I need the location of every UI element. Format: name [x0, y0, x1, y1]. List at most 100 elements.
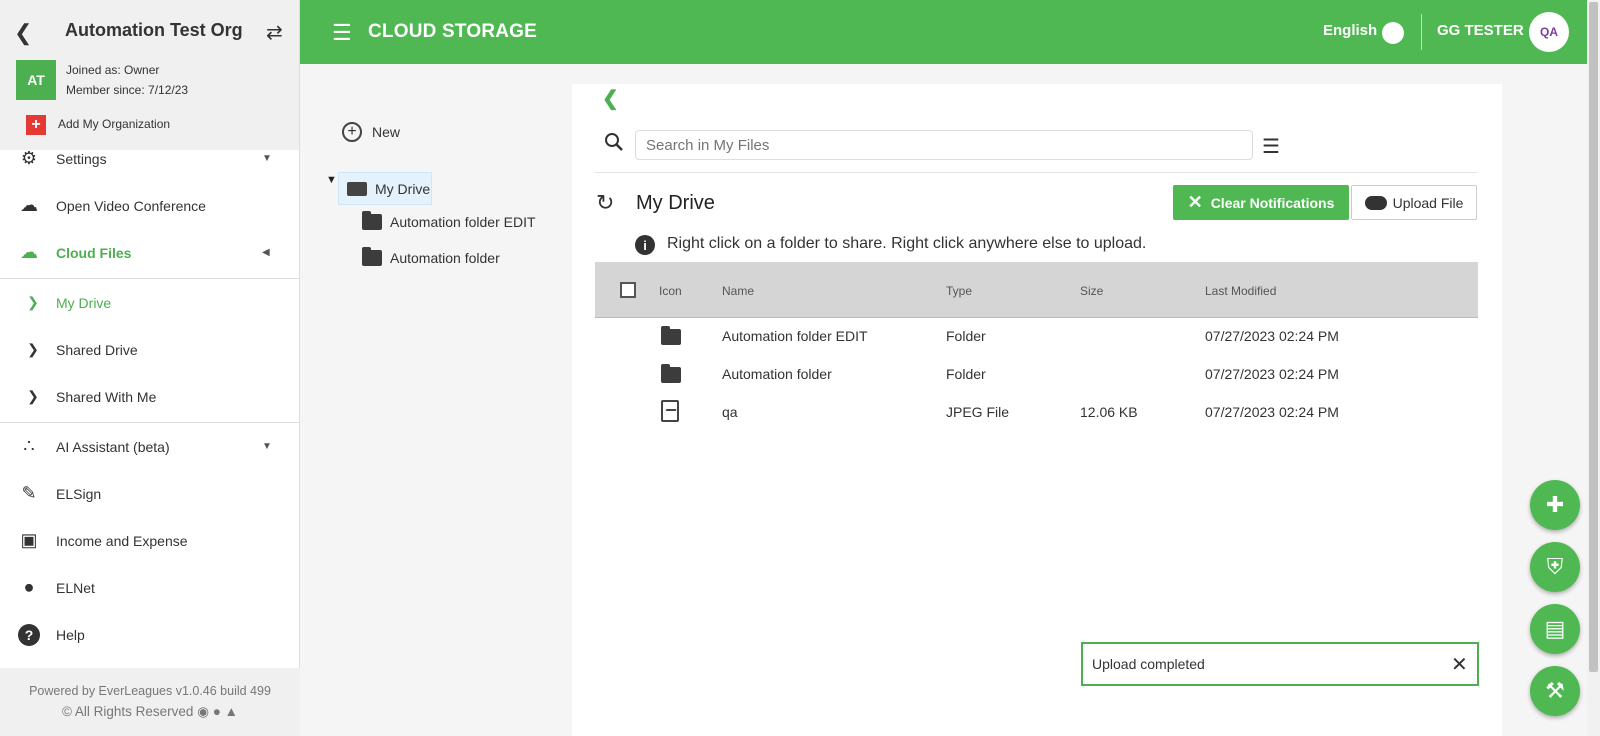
org-title: Automation Test Org	[65, 20, 243, 40]
column-header-size[interactable]: Size	[1080, 284, 1103, 298]
tree-node-label: Automation folder EDIT	[390, 214, 536, 230]
chrome-icon: ◉	[197, 704, 209, 719]
new-button[interactable]: + New	[342, 122, 400, 142]
upload-toast: Upload completed ✕	[1081, 642, 1479, 686]
drive-icon	[347, 181, 367, 196]
sidebar-item-elnet[interactable]: ⦁ ELNet	[0, 564, 300, 611]
topbar: ☰ CLOUD STORAGE English GG TESTER QA	[300, 0, 1587, 64]
sidebar-item-help[interactable]: ? Help	[0, 611, 300, 658]
android-icon: ▲	[224, 704, 239, 719]
tools-fab[interactable]: ⚒	[1530, 666, 1580, 716]
sidebar-item-label: My Drive	[56, 294, 112, 311]
info-text: Right click on a folder to share. Right …	[667, 235, 1147, 252]
page-title: My Drive	[636, 192, 715, 214]
contact-card-fab[interactable]: ▤	[1530, 604, 1580, 654]
apple-icon: ●	[212, 704, 221, 719]
divider	[1421, 14, 1422, 50]
select-all-checkbox[interactable]	[620, 282, 636, 298]
add-org-link[interactable]: Add My Organization	[58, 117, 170, 131]
sidebar: ❮ Automation Test Org ⇄ AT Joined as: Ow…	[0, 0, 300, 736]
file-type: Folder	[946, 328, 986, 344]
sidebar-item-label: AI Assistant (beta)	[56, 438, 170, 455]
sidebar-item-cloud-files[interactable]: ☁ Cloud Files ◀	[0, 229, 300, 276]
user-avatar[interactable]: QA	[1529, 12, 1569, 52]
sidebar-item-label: Shared With Me	[56, 388, 157, 405]
table-row[interactable]: Automation folder Folder 07/27/2023 02:2…	[595, 355, 1478, 393]
add-user-fab[interactable]: ✚	[1530, 480, 1580, 530]
table-row[interactable]: Automation folder EDIT Folder 07/27/2023…	[595, 317, 1478, 355]
folder-icon	[362, 247, 382, 266]
add-org-icon[interactable]: +	[26, 115, 46, 135]
cloud-upload-icon	[1364, 195, 1387, 210]
shield-icon: ⛨	[1546, 554, 1564, 579]
cloud-icon: ☁	[20, 242, 38, 262]
tree-node-my-drive[interactable]: My Drive	[338, 172, 432, 205]
switch-org-icon[interactable]: ⇄	[266, 20, 283, 45]
caret-down-icon: ▼	[262, 153, 272, 164]
sidebar-item-elsign[interactable]: ✎ ELSign	[0, 470, 300, 517]
help-icon: ?	[18, 623, 40, 646]
language-selector[interactable]: English	[1323, 22, 1377, 39]
upload-file-button[interactable]: Upload File	[1351, 185, 1477, 220]
chevron-right-icon: ❯	[27, 294, 39, 310]
tree-node-folder[interactable]: Automation folder	[362, 247, 500, 266]
table-row[interactable]: qa JPEG File 12.06 KB 07/27/2023 02:24 P…	[595, 393, 1478, 431]
chevron-right-icon: ❯	[27, 388, 39, 404]
tree-expand-icon[interactable]: ▼	[326, 174, 337, 186]
sidebar-item-my-drive[interactable]: ❯ My Drive	[0, 279, 300, 326]
new-label: New	[372, 124, 401, 140]
menu-icon[interactable]: ☰	[332, 20, 352, 46]
user-name[interactable]: GG TESTER	[1437, 22, 1524, 39]
info-icon: i	[635, 235, 655, 255]
sidebar-item-label: Income and Expense	[56, 532, 188, 549]
sidebar-item-shared-drive[interactable]: ❯ Shared Drive	[0, 326, 300, 373]
sidebar-item-video-conference[interactable]: ☁ Open Video Conference	[0, 182, 300, 229]
sidebar-item-income-expense[interactable]: ▣ Income and Expense	[0, 517, 300, 564]
search-input[interactable]	[635, 130, 1253, 160]
sidebar-item-label: Cloud Files	[56, 244, 132, 261]
folder-icon	[661, 326, 681, 345]
file-modified: 07/27/2023 02:24 PM	[1205, 404, 1339, 420]
wrench-icon: ⚒	[1545, 678, 1565, 703]
wallet-icon: ▣	[20, 530, 38, 550]
scrollbar-thumb[interactable]	[1589, 2, 1598, 672]
cloud-video-icon: ☁	[20, 195, 38, 215]
rights-text: © All Rights Reserved	[61, 704, 194, 719]
filter-settings-icon[interactable]: ☰	[1262, 134, 1280, 159]
sidebar-footer: Powered by EverLeagues v1.0.46 build 499…	[0, 668, 300, 736]
sidebar-item-shared-with-me[interactable]: ❯ Shared With Me	[0, 373, 300, 420]
scrollbar[interactable]	[1587, 0, 1600, 736]
sidebar-item-label: ELSign	[56, 485, 102, 502]
button-label: Upload File	[1392, 194, 1464, 211]
clear-notifications-button[interactable]: ✕ Clear Notifications	[1173, 185, 1349, 220]
sidebar-item-settings[interactable]: ⚙ Settings ▼	[0, 135, 300, 182]
close-icon[interactable]: ✕	[1451, 652, 1468, 677]
chevron-right-icon: ❯	[27, 341, 39, 357]
tree-node-folder[interactable]: Automation folder EDIT	[362, 211, 536, 230]
sidebar-item-label: ELNet	[56, 579, 95, 596]
sidebar-item-label: Open Video Conference	[56, 197, 206, 214]
back-arrow-icon[interactable]: ❮	[14, 20, 32, 46]
close-icon: ✕	[1187, 192, 1203, 212]
column-header-last-modified[interactable]: Last Modified	[1205, 284, 1276, 298]
file-modified: 07/27/2023 02:24 PM	[1205, 366, 1339, 382]
refresh-icon[interactable]: ↻	[596, 190, 614, 216]
divider	[595, 172, 1477, 173]
column-header-icon: Icon	[659, 284, 682, 298]
globe-icon[interactable]	[1382, 22, 1404, 44]
id-card-icon: ▤	[1544, 616, 1566, 641]
member-since-text: Member since: 7/12/23	[66, 83, 189, 97]
button-label: Clear Notifications	[1210, 194, 1335, 211]
pen-icon: ✎	[21, 483, 37, 503]
security-fab[interactable]: ⛨	[1530, 542, 1580, 592]
joined-as-text: Joined as: Owner	[66, 63, 160, 77]
file-type: Folder	[946, 366, 986, 382]
back-chevron-icon[interactable]: ❮	[602, 86, 619, 111]
column-header-type[interactable]: Type	[946, 284, 972, 298]
file-name: Automation folder EDIT	[722, 328, 868, 344]
column-header-name[interactable]: Name	[722, 284, 754, 298]
sidebar-item-label: Shared Drive	[56, 341, 138, 358]
sidebar-item-ai-assistant[interactable]: ∴ AI Assistant (beta) ▼	[0, 423, 300, 470]
caret-down-icon: ▼	[262, 441, 272, 452]
table-header: Icon Name Type Size Last Modified	[595, 262, 1478, 318]
